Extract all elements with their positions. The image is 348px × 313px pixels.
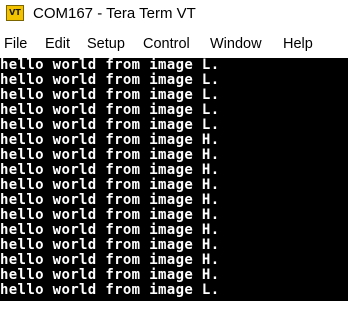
- terminal-line: hello world from image H.: [0, 162, 220, 178]
- terminal-line: hello world from image L.: [0, 72, 220, 88]
- terminal-line: hello world from image H.: [0, 177, 220, 193]
- terminal-line: hello world from image H.: [0, 147, 220, 163]
- tera-term-window: VT COM167 - Tera Term VT File Edit Setup…: [0, 0, 348, 313]
- menu-edit[interactable]: Edit: [45, 36, 70, 52]
- terminal-line: hello world from image H.: [0, 237, 220, 253]
- terminal-line: hello world from image L.: [0, 102, 220, 118]
- menu-window[interactable]: Window: [210, 36, 262, 52]
- menu-file[interactable]: File: [4, 36, 27, 52]
- menu-control[interactable]: Control: [143, 36, 190, 52]
- terminal-line: hello world from image L.: [0, 58, 220, 73]
- menu-help[interactable]: Help: [283, 36, 313, 52]
- terminal-line: hello world from image H.: [0, 207, 220, 223]
- terminal-line: hello world from image H.: [0, 192, 220, 208]
- tera-term-app-icon[interactable]: VT: [6, 5, 24, 21]
- terminal-output[interactable]: hello world from image L. hello world fr…: [0, 58, 348, 301]
- terminal-line: hello world from image H.: [0, 132, 220, 148]
- terminal-line: hello world from image L.: [0, 87, 220, 103]
- window-title: COM167 - Tera Term VT: [33, 5, 196, 22]
- title-bar[interactable]: VT COM167 - Tera Term VT: [0, 0, 348, 30]
- menu-setup[interactable]: Setup: [87, 36, 125, 52]
- terminal-line: hello world from image H.: [0, 267, 220, 283]
- terminal-line: hello world from image L.: [0, 282, 220, 298]
- terminal-cursor: [0, 301, 8, 313]
- terminal-line: hello world from image L.: [0, 117, 220, 133]
- terminal-line: hello world from image H.: [0, 222, 220, 238]
- menu-bar: File Edit Setup Control Window Help: [0, 34, 348, 56]
- terminal-line: hello world from image H.: [0, 252, 220, 268]
